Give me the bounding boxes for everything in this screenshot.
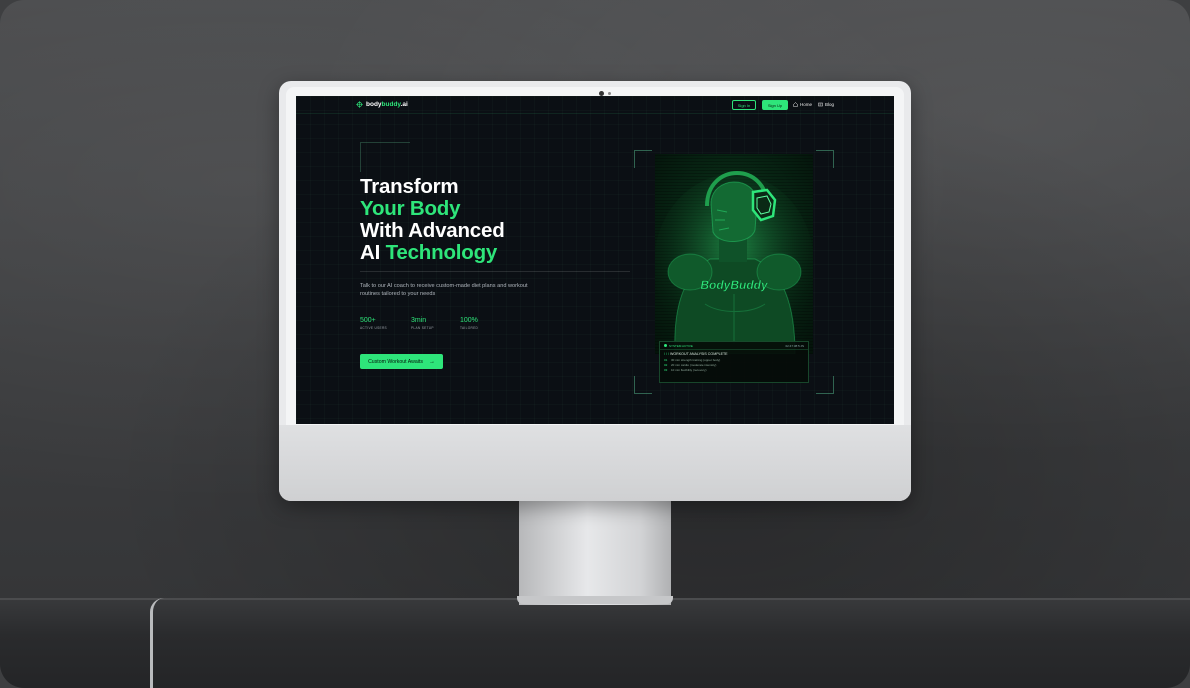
chest-logo-text: BodyBuddy — [700, 278, 769, 292]
sign-up-button[interactable]: Sign Up — [762, 100, 788, 110]
status-dot-icon — [664, 344, 667, 347]
brand-logo[interactable]: bodybuddy.ai — [356, 101, 408, 108]
nav-home-label: Home — [800, 102, 813, 107]
ai-coach-illustration: BodyBuddy — [655, 154, 813, 354]
nav-blog-link[interactable]: Blog — [818, 102, 834, 107]
system-timestamp: 02:47:38:5:JS — [785, 343, 804, 348]
system-status: SYSTEM ACTIVE — [664, 344, 693, 348]
monitor-stand-foot — [517, 596, 673, 604]
stat-label: TAILORED — [460, 326, 479, 330]
hero-subtitle: Talk to our AI coach to receive custom-m… — [360, 283, 528, 297]
stat-plan-setup: 3min PLAN SETUP — [411, 317, 434, 330]
hero-frame-corner — [360, 142, 410, 172]
stat-label: PLAN SETUP — [411, 326, 434, 330]
arrow-right-icon: → — [428, 358, 435, 365]
website-screen: bodybuddy.ai Sign In Sign Up Home Blog T… — [296, 96, 894, 424]
workout-analysis-panel: SYSTEM ACTIVE 02:47:38:5:JS / / / WORKOU… — [659, 341, 809, 383]
custom-workout-button[interactable]: Custom Workout Awaits → — [360, 354, 443, 369]
hero-line-1: Transform — [360, 175, 459, 198]
cta-label: Custom Workout Awaits — [368, 358, 423, 365]
nav-home-link[interactable]: Home — [793, 102, 812, 107]
stat-label: ACTIVE USERS — [360, 326, 387, 330]
hero-line-2: Your Body — [360, 197, 461, 220]
panel-title: / / / WORKOUT ANALYSIS COMPLETE — [664, 352, 728, 356]
top-navbar: bodybuddy.ai Sign In Sign Up Home Blog — [296, 96, 894, 114]
workout-item: 03 10 min flexibility (recovery) — [664, 367, 707, 372]
logo-sparkle-icon — [356, 101, 363, 108]
visual-frame-corner — [816, 376, 834, 394]
camera-indicator — [608, 92, 611, 95]
monitor-chin — [279, 425, 911, 501]
hero-line-4: AI Technology — [360, 241, 498, 264]
panel-header: SYSTEM ACTIVE 02:47:38:5:JS — [660, 342, 808, 350]
visual-frame-corner — [634, 376, 652, 394]
brand-name: bodybuddy.ai — [366, 101, 408, 108]
visual-frame-corner — [816, 150, 834, 168]
power-cable — [150, 598, 164, 688]
stat-active-users: 500+ ACTIVE USERS — [360, 317, 387, 330]
stat-value: 3min — [411, 317, 427, 324]
hero-divider — [360, 271, 630, 272]
concrete-ledge — [0, 598, 1190, 688]
stat-tailored: 100% TAILORED — [460, 317, 478, 330]
hero-line-3: With Advanced — [360, 219, 505, 242]
monitor-stand — [519, 501, 671, 605]
stat-value: 100% — [460, 317, 478, 324]
visual-frame-corner — [634, 150, 652, 168]
stat-value: 500+ — [360, 317, 376, 324]
blog-icon — [818, 102, 823, 107]
sign-in-button[interactable]: Sign In — [732, 100, 756, 110]
nav-blog-label: Blog — [825, 102, 835, 107]
muscular-figure-graphic: BodyBuddy — [655, 171, 813, 354]
home-icon — [793, 102, 798, 107]
hero-heading: Transform Your Body With Advanced AI Tec… — [360, 176, 620, 264]
